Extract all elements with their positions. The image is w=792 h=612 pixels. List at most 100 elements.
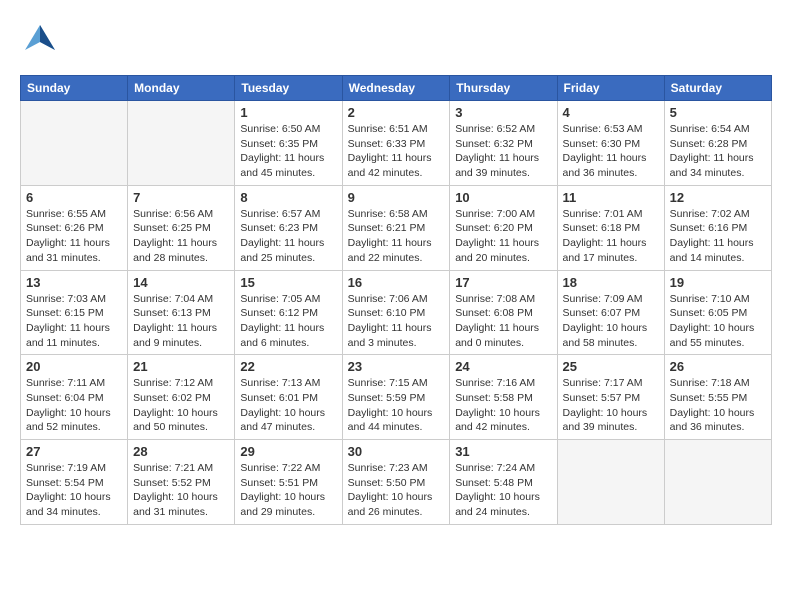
- calendar-table: SundayMondayTuesdayWednesdayThursdayFrid…: [20, 75, 772, 525]
- day-number: 10: [455, 190, 551, 205]
- day-number: 14: [133, 275, 229, 290]
- day-info: Sunrise: 7:15 AMSunset: 5:59 PMDaylight:…: [348, 376, 445, 435]
- day-number: 22: [240, 359, 336, 374]
- day-info: Sunrise: 7:12 AMSunset: 6:02 PMDaylight:…: [133, 376, 229, 435]
- day-info: Sunrise: 7:00 AMSunset: 6:20 PMDaylight:…: [455, 207, 551, 266]
- day-info: Sunrise: 7:06 AMSunset: 6:10 PMDaylight:…: [348, 292, 445, 351]
- day-info: Sunrise: 7:05 AMSunset: 6:12 PMDaylight:…: [240, 292, 336, 351]
- calendar-day: 15Sunrise: 7:05 AMSunset: 6:12 PMDayligh…: [235, 270, 342, 355]
- day-number: 30: [348, 444, 445, 459]
- calendar-day: [21, 101, 128, 186]
- calendar-day: [557, 440, 664, 525]
- calendar-day: 29 Sunrise: 7:22 AMSunset: 5:51 PMDayligh…: [235, 440, 342, 525]
- weekday-header-wednesday: Wednesday: [342, 76, 450, 101]
- day-number: 17: [455, 275, 551, 290]
- calendar-day: 4 Sunrise: 6:53 AMSunset: 6:30 PMDaylight…: [557, 101, 664, 186]
- calendar-week-3: 13 Sunrise: 7:03 AMSunset: 6:15 PMDayligh…: [21, 270, 772, 355]
- weekday-header-tuesday: Tuesday: [235, 76, 342, 101]
- day-info: Sunrise: 7:01 AMSunset: 6:18 PMDaylight:…: [563, 207, 659, 266]
- day-number: 27: [26, 444, 122, 459]
- weekday-header-friday: Friday: [557, 76, 664, 101]
- calendar-day: 10 Sunrise: 7:00 AMSunset: 6:20 PMDayligh…: [450, 185, 557, 270]
- calendar-day: 25Sunrise: 7:17 AMSunset: 5:57 PMDayligh…: [557, 355, 664, 440]
- day-number: 4: [563, 105, 659, 120]
- calendar-day: 12 Sunrise: 7:02 AMSunset: 6:16 PMDayligh…: [664, 185, 771, 270]
- day-number: 7: [133, 190, 229, 205]
- calendar-day: 24 Sunrise: 7:16 AMSunset: 5:58 PMDayligh…: [450, 355, 557, 440]
- day-number: 13: [26, 275, 122, 290]
- day-number: 19: [670, 275, 766, 290]
- day-info: Sunrise: 7:19 AMSunset: 5:54 PMDaylight:…: [26, 461, 122, 520]
- day-info: Sunrise: 7:13 AMSunset: 6:01 PMDaylight:…: [240, 376, 336, 435]
- day-info: Sunrise: 6:56 AMSunset: 6:25 PMDaylight:…: [133, 207, 229, 266]
- calendar-week-1: 1Sunrise: 6:50 AMSunset: 6:35 PMDaylight…: [21, 101, 772, 186]
- calendar-week-4: 20Sunrise: 7:11 AMSunset: 6:04 PMDayligh…: [21, 355, 772, 440]
- calendar-day: 31 Sunrise: 7:24 AMSunset: 5:48 PMDayligh…: [450, 440, 557, 525]
- calendar-day: 6Sunrise: 6:55 AMSunset: 6:26 PMDaylight…: [21, 185, 128, 270]
- day-info: Sunrise: 6:51 AMSunset: 6:33 PMDaylight:…: [348, 122, 445, 181]
- day-info: Sunrise: 7:21 AMSunset: 5:52 PMDaylight:…: [133, 461, 229, 520]
- day-number: 28: [133, 444, 229, 459]
- day-info: Sunrise: 7:18 AMSunset: 5:55 PMDaylight:…: [670, 376, 766, 435]
- calendar-day: 9 Sunrise: 6:58 AMSunset: 6:21 PMDaylight…: [342, 185, 450, 270]
- day-info: Sunrise: 7:11 AMSunset: 6:04 PMDaylight:…: [26, 376, 122, 435]
- weekday-header-thursday: Thursday: [450, 76, 557, 101]
- logo-bird-icon: [20, 20, 60, 65]
- calendar-day: [128, 101, 235, 186]
- calendar-day: 13 Sunrise: 7:03 AMSunset: 6:15 PMDayligh…: [21, 270, 128, 355]
- calendar-week-2: 6Sunrise: 6:55 AMSunset: 6:26 PMDaylight…: [21, 185, 772, 270]
- day-number: 24: [455, 359, 551, 374]
- calendar-day: 17 Sunrise: 7:08 AMSunset: 6:08 PMDayligh…: [450, 270, 557, 355]
- calendar-day: 21 Sunrise: 7:12 AMSunset: 6:02 PMDayligh…: [128, 355, 235, 440]
- calendar-day: 20Sunrise: 7:11 AMSunset: 6:04 PMDayligh…: [21, 355, 128, 440]
- day-number: 16: [348, 275, 445, 290]
- weekday-header-monday: Monday: [128, 76, 235, 101]
- day-info: Sunrise: 7:22 AMSunset: 5:51 PMDaylight:…: [240, 461, 336, 520]
- day-info: Sunrise: 7:17 AMSunset: 5:57 PMDaylight:…: [563, 376, 659, 435]
- calendar-day: 16 Sunrise: 7:06 AMSunset: 6:10 PMDayligh…: [342, 270, 450, 355]
- day-number: 31: [455, 444, 551, 459]
- day-info: Sunrise: 6:52 AMSunset: 6:32 PMDaylight:…: [455, 122, 551, 181]
- day-info: Sunrise: 7:10 AMSunset: 6:05 PMDaylight:…: [670, 292, 766, 351]
- calendar-day: 26 Sunrise: 7:18 AMSunset: 5:55 PMDayligh…: [664, 355, 771, 440]
- calendar-day: 18Sunrise: 7:09 AMSunset: 6:07 PMDayligh…: [557, 270, 664, 355]
- weekday-header-sunday: Sunday: [21, 76, 128, 101]
- day-info: Sunrise: 6:53 AMSunset: 6:30 PMDaylight:…: [563, 122, 659, 181]
- day-number: 18: [563, 275, 659, 290]
- day-info: Sunrise: 7:02 AMSunset: 6:16 PMDaylight:…: [670, 207, 766, 266]
- day-info: Sunrise: 7:03 AMSunset: 6:15 PMDaylight:…: [26, 292, 122, 351]
- day-number: 6: [26, 190, 122, 205]
- calendar-week-5: 27 Sunrise: 7:19 AMSunset: 5:54 PMDayligh…: [21, 440, 772, 525]
- day-info: Sunrise: 7:16 AMSunset: 5:58 PMDaylight:…: [455, 376, 551, 435]
- day-number: 11: [563, 190, 659, 205]
- day-info: Sunrise: 6:58 AMSunset: 6:21 PMDaylight:…: [348, 207, 445, 266]
- calendar-day: 1Sunrise: 6:50 AMSunset: 6:35 PMDaylight…: [235, 101, 342, 186]
- logo: [20, 20, 64, 65]
- calendar-day: 5 Sunrise: 6:54 AMSunset: 6:28 PMDaylight…: [664, 101, 771, 186]
- day-number: 21: [133, 359, 229, 374]
- calendar-header-row: SundayMondayTuesdayWednesdayThursdayFrid…: [21, 76, 772, 101]
- day-number: 26: [670, 359, 766, 374]
- day-number: 9: [348, 190, 445, 205]
- day-number: 12: [670, 190, 766, 205]
- calendar-day: 3Sunrise: 6:52 AMSunset: 6:32 PMDaylight…: [450, 101, 557, 186]
- day-number: 2: [348, 105, 445, 120]
- day-info: Sunrise: 6:57 AMSunset: 6:23 PMDaylight:…: [240, 207, 336, 266]
- day-number: 8: [240, 190, 336, 205]
- calendar-day: 23Sunrise: 7:15 AMSunset: 5:59 PMDayligh…: [342, 355, 450, 440]
- page-header: [20, 20, 772, 65]
- day-number: 5: [670, 105, 766, 120]
- calendar-day: 8 Sunrise: 6:57 AMSunset: 6:23 PMDaylight…: [235, 185, 342, 270]
- calendar-day: 14 Sunrise: 7:04 AMSunset: 6:13 PMDayligh…: [128, 270, 235, 355]
- weekday-header-saturday: Saturday: [664, 76, 771, 101]
- calendar-day: 19 Sunrise: 7:10 AMSunset: 6:05 PMDayligh…: [664, 270, 771, 355]
- day-info: Sunrise: 7:23 AMSunset: 5:50 PMDaylight:…: [348, 461, 445, 520]
- day-info: Sunrise: 7:24 AMSunset: 5:48 PMDaylight:…: [455, 461, 551, 520]
- day-info: Sunrise: 7:08 AMSunset: 6:08 PMDaylight:…: [455, 292, 551, 351]
- day-number: 29: [240, 444, 336, 459]
- day-info: Sunrise: 6:50 AMSunset: 6:35 PMDaylight:…: [240, 122, 336, 181]
- calendar-day: [664, 440, 771, 525]
- day-info: Sunrise: 6:54 AMSunset: 6:28 PMDaylight:…: [670, 122, 766, 181]
- day-info: Sunrise: 7:04 AMSunset: 6:13 PMDaylight:…: [133, 292, 229, 351]
- calendar-day: 30 Sunrise: 7:23 AMSunset: 5:50 PMDayligh…: [342, 440, 450, 525]
